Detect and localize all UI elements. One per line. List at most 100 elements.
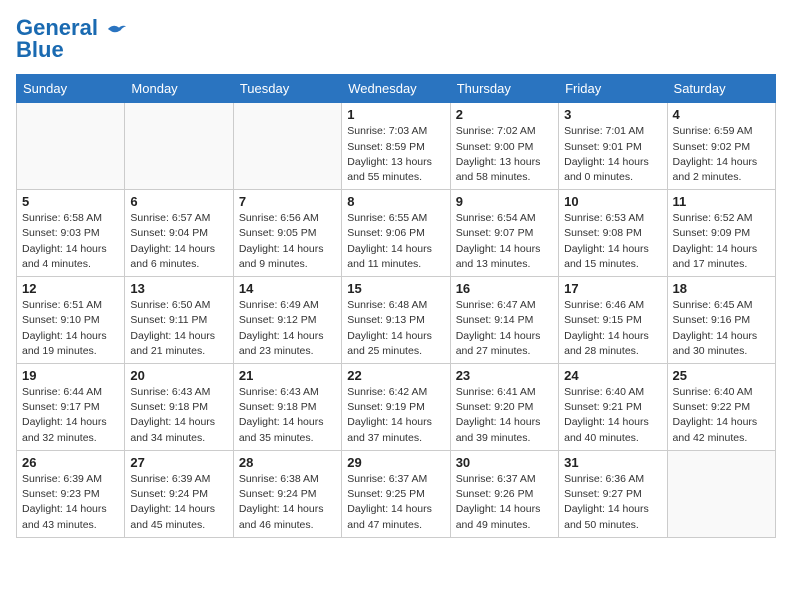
weekday-header-friday: Friday — [559, 75, 667, 103]
day-number: 29 — [347, 455, 444, 470]
weekday-header-thursday: Thursday — [450, 75, 558, 103]
calendar-cell: 5 Sunrise: 6:58 AMSunset: 9:03 PMDaylight… — [17, 190, 125, 277]
day-number: 9 — [456, 194, 553, 209]
day-info: Sunrise: 6:39 AMSunset: 9:23 PMDaylight:… — [22, 472, 119, 533]
weekday-header-sunday: Sunday — [17, 75, 125, 103]
day-info: Sunrise: 6:42 AMSunset: 9:19 PMDaylight:… — [347, 385, 444, 446]
day-number: 11 — [673, 194, 770, 209]
day-info: Sunrise: 6:40 AMSunset: 9:21 PMDaylight:… — [564, 385, 661, 446]
calendar-cell: 12 Sunrise: 6:51 AMSunset: 9:10 PMDayligh… — [17, 277, 125, 364]
day-info: Sunrise: 6:44 AMSunset: 9:17 PMDaylight:… — [22, 385, 119, 446]
weekday-header-row: SundayMondayTuesdayWednesdayThursdayFrid… — [17, 75, 776, 103]
calendar-cell: 24 Sunrise: 6:40 AMSunset: 9:21 PMDayligh… — [559, 364, 667, 451]
day-info: Sunrise: 6:58 AMSunset: 9:03 PMDaylight:… — [22, 211, 119, 272]
day-number: 18 — [673, 281, 770, 296]
weekday-header-monday: Monday — [125, 75, 233, 103]
calendar-cell: 19 Sunrise: 6:44 AMSunset: 9:17 PMDayligh… — [17, 364, 125, 451]
calendar-cell — [17, 103, 125, 190]
day-info: Sunrise: 6:46 AMSunset: 9:15 PMDaylight:… — [564, 298, 661, 359]
day-number: 28 — [239, 455, 336, 470]
day-info: Sunrise: 6:51 AMSunset: 9:10 PMDaylight:… — [22, 298, 119, 359]
calendar-cell: 16 Sunrise: 6:47 AMSunset: 9:14 PMDayligh… — [450, 277, 558, 364]
day-number: 21 — [239, 368, 336, 383]
weekday-header-tuesday: Tuesday — [233, 75, 341, 103]
calendar-cell: 22 Sunrise: 6:42 AMSunset: 9:19 PMDayligh… — [342, 364, 450, 451]
calendar-cell: 21 Sunrise: 6:43 AMSunset: 9:18 PMDayligh… — [233, 364, 341, 451]
calendar-cell: 23 Sunrise: 6:41 AMSunset: 9:20 PMDayligh… — [450, 364, 558, 451]
calendar-cell: 25 Sunrise: 6:40 AMSunset: 9:22 PMDayligh… — [667, 364, 775, 451]
day-number: 5 — [22, 194, 119, 209]
day-number: 24 — [564, 368, 661, 383]
calendar-cell: 4Sunrise: 6:59 AMSunset: 9:02 PMDaylight… — [667, 103, 775, 190]
day-info: Sunrise: 6:43 AMSunset: 9:18 PMDaylight:… — [130, 385, 227, 446]
day-number: 4 — [673, 107, 770, 122]
calendar-cell: 18 Sunrise: 6:45 AMSunset: 9:16 PMDayligh… — [667, 277, 775, 364]
day-number: 25 — [673, 368, 770, 383]
day-number: 8 — [347, 194, 444, 209]
calendar-cell: 27 Sunrise: 6:39 AMSunset: 9:24 PMDayligh… — [125, 450, 233, 537]
calendar-table: SundayMondayTuesdayWednesdayThursdayFrid… — [16, 74, 776, 537]
weekday-header-saturday: Saturday — [667, 75, 775, 103]
calendar-week-row: 12 Sunrise: 6:51 AMSunset: 9:10 PMDayligh… — [17, 277, 776, 364]
calendar-cell: 10 Sunrise: 6:53 AMSunset: 9:08 PMDayligh… — [559, 190, 667, 277]
day-number: 27 — [130, 455, 227, 470]
calendar-cell: 14Sunrise: 6:49 AMSunset: 9:12 PMDayligh… — [233, 277, 341, 364]
calendar-cell: 8 Sunrise: 6:55 AMSunset: 9:06 PMDaylight… — [342, 190, 450, 277]
day-info: Sunrise: 7:02 AMSunset: 9:00 PMDaylight:… — [456, 124, 553, 185]
day-info: Sunrise: 6:53 AMSunset: 9:08 PMDaylight:… — [564, 211, 661, 272]
day-info: Sunrise: 6:54 AMSunset: 9:07 PMDaylight:… — [456, 211, 553, 272]
calendar-cell: 30Sunrise: 6:37 AMSunset: 9:26 PMDayligh… — [450, 450, 558, 537]
day-info: Sunrise: 7:01 AMSunset: 9:01 PMDaylight:… — [564, 124, 661, 185]
day-info: Sunrise: 6:40 AMSunset: 9:22 PMDaylight:… — [673, 385, 770, 446]
page-header: General Blue — [16, 16, 776, 62]
day-number: 26 — [22, 455, 119, 470]
calendar-week-row: 5 Sunrise: 6:58 AMSunset: 9:03 PMDaylight… — [17, 190, 776, 277]
day-number: 12 — [22, 281, 119, 296]
calendar-cell: 6 Sunrise: 6:57 AMSunset: 9:04 PMDaylight… — [125, 190, 233, 277]
day-info: Sunrise: 6:57 AMSunset: 9:04 PMDaylight:… — [130, 211, 227, 272]
day-number: 3 — [564, 107, 661, 122]
day-info: Sunrise: 6:37 AMSunset: 9:25 PMDaylight:… — [347, 472, 444, 533]
day-number: 22 — [347, 368, 444, 383]
day-number: 7 — [239, 194, 336, 209]
day-info: Sunrise: 6:36 AMSunset: 9:27 PMDaylight:… — [564, 472, 661, 533]
calendar-cell: 13Sunrise: 6:50 AMSunset: 9:11 PMDayligh… — [125, 277, 233, 364]
calendar-cell: 1 Sunrise: 7:03 AMSunset: 8:59 PMDaylight… — [342, 103, 450, 190]
day-number: 20 — [130, 368, 227, 383]
day-info: Sunrise: 6:38 AMSunset: 9:24 PMDaylight:… — [239, 472, 336, 533]
calendar-cell: 20 Sunrise: 6:43 AMSunset: 9:18 PMDayligh… — [125, 364, 233, 451]
day-number: 17 — [564, 281, 661, 296]
day-info: Sunrise: 6:43 AMSunset: 9:18 PMDaylight:… — [239, 385, 336, 446]
day-number: 30 — [456, 455, 553, 470]
calendar-cell: 31Sunrise: 6:36 AMSunset: 9:27 PMDayligh… — [559, 450, 667, 537]
calendar-cell: 9 Sunrise: 6:54 AMSunset: 9:07 PMDaylight… — [450, 190, 558, 277]
day-number: 23 — [456, 368, 553, 383]
day-info: Sunrise: 7:03 AMSunset: 8:59 PMDaylight:… — [347, 124, 444, 185]
calendar-week-row: 1 Sunrise: 7:03 AMSunset: 8:59 PMDaylight… — [17, 103, 776, 190]
day-info: Sunrise: 6:55 AMSunset: 9:06 PMDaylight:… — [347, 211, 444, 272]
logo-subtext: Blue — [16, 38, 64, 62]
day-info: Sunrise: 6:52 AMSunset: 9:09 PMDaylight:… — [673, 211, 770, 272]
calendar-cell: 2Sunrise: 7:02 AMSunset: 9:00 PMDaylight… — [450, 103, 558, 190]
day-info: Sunrise: 6:50 AMSunset: 9:11 PMDaylight:… — [130, 298, 227, 359]
calendar-cell: 28 Sunrise: 6:38 AMSunset: 9:24 PMDayligh… — [233, 450, 341, 537]
day-info: Sunrise: 6:41 AMSunset: 9:20 PMDaylight:… — [456, 385, 553, 446]
day-number: 15 — [347, 281, 444, 296]
calendar-cell — [667, 450, 775, 537]
logo: General Blue — [16, 16, 128, 62]
day-number: 1 — [347, 107, 444, 122]
calendar-cell — [233, 103, 341, 190]
day-number: 16 — [456, 281, 553, 296]
calendar-cell: 17 Sunrise: 6:46 AMSunset: 9:15 PMDayligh… — [559, 277, 667, 364]
day-number: 19 — [22, 368, 119, 383]
day-info: Sunrise: 6:39 AMSunset: 9:24 PMDaylight:… — [130, 472, 227, 533]
logo-bird-icon — [106, 22, 128, 36]
calendar-cell: 3 Sunrise: 7:01 AMSunset: 9:01 PMDaylight… — [559, 103, 667, 190]
day-number: 10 — [564, 194, 661, 209]
calendar-week-row: 26 Sunrise: 6:39 AMSunset: 9:23 PMDayligh… — [17, 450, 776, 537]
day-info: Sunrise: 6:45 AMSunset: 9:16 PMDaylight:… — [673, 298, 770, 359]
day-number: 6 — [130, 194, 227, 209]
day-info: Sunrise: 6:48 AMSunset: 9:13 PMDaylight:… — [347, 298, 444, 359]
day-info: Sunrise: 6:47 AMSunset: 9:14 PMDaylight:… — [456, 298, 553, 359]
calendar-cell — [125, 103, 233, 190]
